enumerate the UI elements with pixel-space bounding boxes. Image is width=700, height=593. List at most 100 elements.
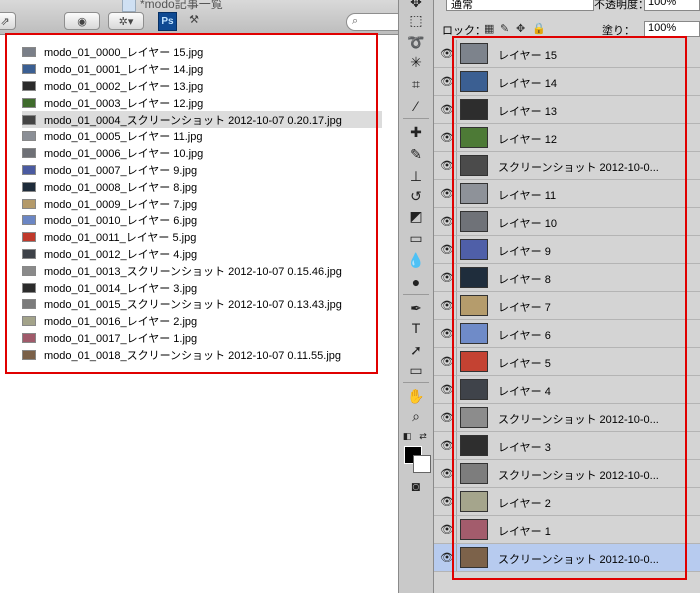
layer-row[interactable]: 👁 スクリーンショット 2012-10-0... <box>434 404 700 432</box>
file-row[interactable]: modo_01_0017_レイヤー 1.jpg <box>22 330 382 347</box>
crop-tool-icon[interactable]: ⌗ <box>405 74 427 94</box>
lock-transparency-icon[interactable]: ▦ <box>484 22 494 35</box>
lasso-tool-icon[interactable]: ➰ <box>405 32 427 52</box>
layer-name[interactable]: レイヤー 4 <box>498 383 551 399</box>
visibility-eye-icon[interactable]: 👁 <box>438 208 456 235</box>
shape-tool-icon[interactable]: ▭ <box>405 360 427 380</box>
magic-wand-tool-icon[interactable]: ✳ <box>405 52 427 72</box>
layer-name[interactable]: レイヤー 1 <box>498 523 551 539</box>
eraser-tool-icon[interactable]: ◩ <box>405 206 427 226</box>
visibility-eye-icon[interactable]: 👁 <box>438 376 456 403</box>
file-row[interactable]: modo_01_0004_スクリーンショット 2012-10-07 0.20.1… <box>22 111 382 128</box>
visibility-eye-icon[interactable]: 👁 <box>438 180 456 207</box>
file-row[interactable]: modo_01_0006_レイヤー 10.jpg <box>22 145 382 162</box>
action-button[interactable]: ✲▾ <box>108 12 144 30</box>
layer-name[interactable]: レイヤー 14 <box>498 75 557 91</box>
zoom-tool-icon[interactable]: ⌕ <box>405 406 427 426</box>
layer-name[interactable]: レイヤー 3 <box>498 439 551 455</box>
lock-position-icon[interactable]: ✥ <box>516 22 525 35</box>
clone-stamp-tool-icon[interactable]: ⊥ <box>405 166 427 186</box>
layer-name[interactable]: レイヤー 15 <box>498 47 557 63</box>
quick-look-button[interactable]: ◉ <box>64 12 100 30</box>
layer-row[interactable]: 👁 レイヤー 8 <box>434 264 700 292</box>
layer-row[interactable]: 👁 スクリーンショット 2012-10-0... <box>434 544 700 572</box>
photoshop-app-icon[interactable]: Ps <box>158 12 177 31</box>
layer-row[interactable]: 👁 レイヤー 9 <box>434 236 700 264</box>
script-app-icon[interactable]: ⚒ <box>184 10 204 28</box>
layer-row[interactable]: 👁 レイヤー 2 <box>434 488 700 516</box>
layer-row[interactable]: 👁 レイヤー 5 <box>434 348 700 376</box>
file-row[interactable]: modo_01_0016_レイヤー 2.jpg <box>22 313 382 330</box>
visibility-eye-icon[interactable]: 👁 <box>438 68 456 95</box>
layer-row[interactable]: 👁 レイヤー 6 <box>434 320 700 348</box>
layer-name[interactable]: レイヤー 8 <box>498 271 551 287</box>
visibility-eye-icon[interactable]: 👁 <box>438 236 456 263</box>
file-row[interactable]: modo_01_0018_スクリーンショット 2012-10-07 0.11.5… <box>22 346 382 363</box>
fill-field[interactable]: 100% <box>644 21 700 37</box>
layer-row[interactable]: 👁 レイヤー 12 <box>434 124 700 152</box>
gradient-tool-icon[interactable]: ▭ <box>405 228 427 248</box>
visibility-eye-icon[interactable]: 👁 <box>438 488 456 515</box>
layer-row[interactable]: 👁 レイヤー 10 <box>434 208 700 236</box>
file-row[interactable]: modo_01_0008_レイヤー 8.jpg <box>22 178 382 195</box>
visibility-eye-icon[interactable]: 👁 <box>438 544 456 571</box>
quick-mask-icon[interactable]: ◙ <box>405 476 427 496</box>
visibility-eye-icon[interactable]: 👁 <box>438 264 456 291</box>
layer-row[interactable]: 👁 レイヤー 3 <box>434 432 700 460</box>
file-row[interactable]: modo_01_0011_レイヤー 5.jpg <box>22 229 382 246</box>
visibility-eye-icon[interactable]: 👁 <box>438 460 456 487</box>
visibility-eye-icon[interactable]: 👁 <box>438 96 456 123</box>
visibility-eye-icon[interactable]: 👁 <box>438 432 456 459</box>
search-field[interactable]: ⌕ <box>346 13 406 31</box>
layer-row[interactable]: 👁 スクリーンショット 2012-10-0... <box>434 152 700 180</box>
file-row[interactable]: modo_01_0000_レイヤー 15.jpg <box>22 44 382 61</box>
blur-tool-icon[interactable]: 💧 <box>405 250 427 270</box>
layer-name[interactable]: レイヤー 10 <box>498 215 557 231</box>
file-row[interactable]: modo_01_0005_レイヤー 11.jpg <box>22 128 382 145</box>
layer-row[interactable]: 👁 レイヤー 4 <box>434 376 700 404</box>
history-brush-tool-icon[interactable]: ↺ <box>405 186 427 206</box>
pen-tool-icon[interactable]: ✒ <box>405 298 427 318</box>
visibility-eye-icon[interactable]: 👁 <box>438 292 456 319</box>
visibility-eye-icon[interactable]: 👁 <box>438 404 456 431</box>
layer-name[interactable]: レイヤー 7 <box>498 299 551 315</box>
layer-name[interactable]: スクリーンショット 2012-10-0... <box>498 467 659 483</box>
visibility-eye-icon[interactable]: 👁 <box>438 124 456 151</box>
file-row[interactable]: modo_01_0014_レイヤー 3.jpg <box>22 279 382 296</box>
eyedropper-tool-icon[interactable]: ⁄ <box>405 96 427 116</box>
layer-row[interactable]: 👁 レイヤー 7 <box>434 292 700 320</box>
share-button[interactable]: ⇗ <box>0 12 16 30</box>
layer-name[interactable]: レイヤー 12 <box>498 131 557 147</box>
file-row[interactable]: modo_01_0003_レイヤー 12.jpg <box>22 94 382 111</box>
layer-row[interactable]: 👁 レイヤー 15 <box>434 40 700 68</box>
background-color-swatch[interactable] <box>413 455 431 473</box>
layer-row[interactable]: 👁 レイヤー 1 <box>434 516 700 544</box>
visibility-eye-icon[interactable]: 👁 <box>438 320 456 347</box>
layer-row[interactable]: 👁 レイヤー 11 <box>434 180 700 208</box>
swap-colors-icon[interactable]: ⇄ <box>417 426 429 446</box>
marquee-tool-icon[interactable]: ⬚ <box>405 10 427 30</box>
layer-name[interactable]: スクリーンショット 2012-10-0... <box>498 551 659 567</box>
healing-brush-tool-icon[interactable]: ✚ <box>405 122 427 142</box>
visibility-eye-icon[interactable]: 👁 <box>438 348 456 375</box>
default-colors-icon[interactable]: ◧ <box>401 426 413 446</box>
layer-name[interactable]: スクリーンショット 2012-10-0... <box>498 159 659 175</box>
layer-row[interactable]: 👁 レイヤー 13 <box>434 96 700 124</box>
file-row[interactable]: modo_01_0010_レイヤー 6.jpg <box>22 212 382 229</box>
layer-name[interactable]: レイヤー 6 <box>498 327 551 343</box>
path-selection-tool-icon[interactable]: ➚ <box>405 340 427 360</box>
file-row[interactable]: modo_01_0007_レイヤー 9.jpg <box>22 162 382 179</box>
brush-tool-icon[interactable]: ✎ <box>405 144 427 164</box>
layer-name[interactable]: レイヤー 2 <box>498 495 551 511</box>
opacity-field[interactable]: 100% <box>644 0 700 11</box>
type-tool-icon[interactable]: T <box>405 318 427 338</box>
dodge-tool-icon[interactable]: ● <box>405 272 427 292</box>
file-row[interactable]: modo_01_0009_レイヤー 7.jpg <box>22 195 382 212</box>
layer-name[interactable]: スクリーンショット 2012-10-0... <box>498 411 659 427</box>
lock-all-icon[interactable]: 🔒 <box>532 22 546 35</box>
visibility-eye-icon[interactable]: 👁 <box>438 516 456 543</box>
layer-row[interactable]: 👁 スクリーンショット 2012-10-0... <box>434 460 700 488</box>
layer-name[interactable]: レイヤー 9 <box>498 243 551 259</box>
layer-name[interactable]: レイヤー 11 <box>498 187 556 203</box>
blend-mode-select[interactable]: 通常 <box>446 0 594 11</box>
